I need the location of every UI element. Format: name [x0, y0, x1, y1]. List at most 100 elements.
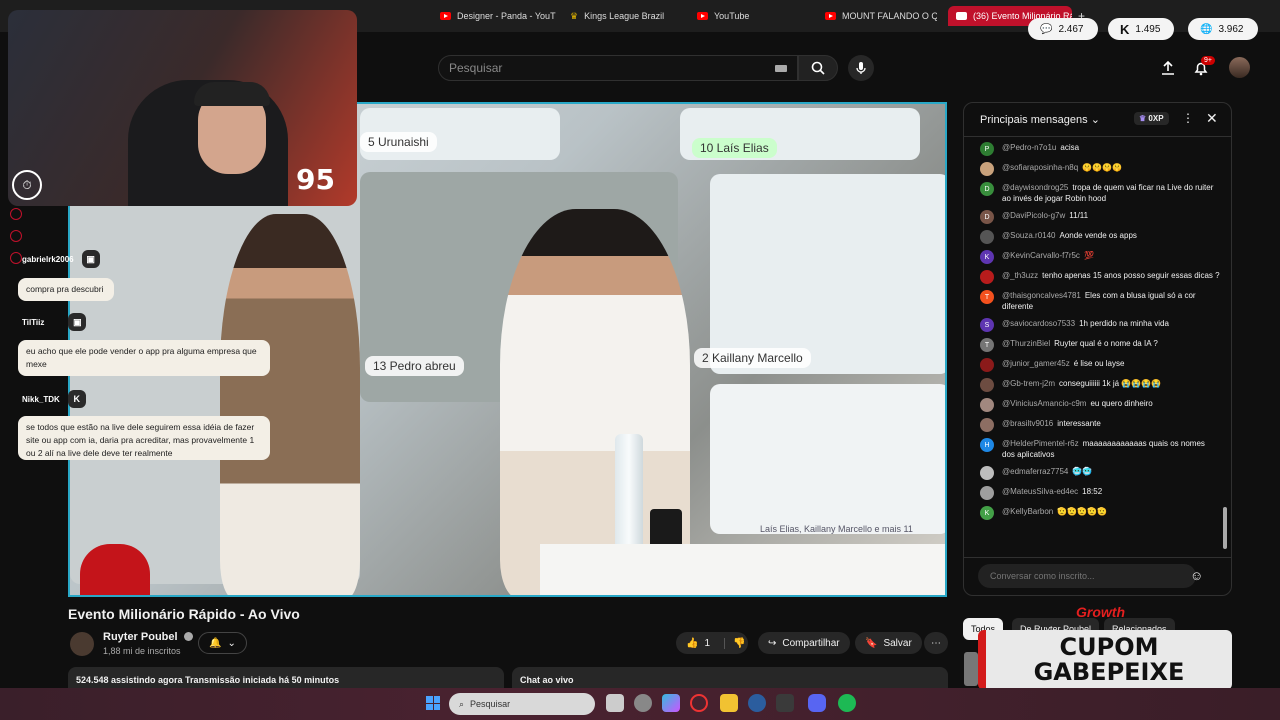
- taskbar-search[interactable]: ⌕ Pesquisar: [449, 693, 595, 715]
- chat-mode-dropdown[interactable]: Principais mensagens ⌄: [980, 113, 1100, 126]
- counter-pill-kick: K 1.495: [1108, 18, 1174, 40]
- voice-search-button[interactable]: [848, 55, 874, 81]
- channel-avatar[interactable]: [70, 632, 94, 656]
- overlay-chat-user: gabrielrk2006 ▣: [22, 250, 100, 268]
- steam-icon[interactable]: [748, 694, 766, 712]
- chat-message: P @Pedro-n7o1u acisa: [980, 139, 1220, 159]
- xp-badge: ♛ 0XP: [1134, 112, 1169, 125]
- recommended-thumbnail[interactable]: [964, 652, 978, 686]
- channel-name[interactable]: Ruyter Poubel: [103, 631, 193, 643]
- chat-scrollbar[interactable]: [1223, 507, 1227, 549]
- task-view-icon[interactable]: [606, 694, 624, 712]
- chat-author-avatar[interactable]: [980, 358, 994, 372]
- tab-mount[interactable]: MOUNT FALANDO O QUE: [825, 6, 937, 26]
- chat-author-name[interactable]: @MateusSilva-ed4ec: [1002, 487, 1078, 496]
- tab-youtube[interactable]: YouTube: [697, 6, 815, 26]
- chat-author-avatar[interactable]: [980, 486, 994, 500]
- user-avatar[interactable]: [1229, 57, 1250, 78]
- search-input[interactable]: Pesquisar: [438, 55, 798, 81]
- save-button[interactable]: 🔖 Salvar: [855, 632, 922, 654]
- chat-author-avatar[interactable]: [980, 230, 994, 244]
- overlay-chat-user: TilTiiz ▣: [22, 313, 87, 331]
- upload-button[interactable]: [1160, 60, 1176, 81]
- opera-icon[interactable]: [690, 694, 708, 712]
- copilot-icon[interactable]: [662, 694, 680, 712]
- close-icon[interactable]: ✕: [1206, 110, 1218, 127]
- chat-author-name[interactable]: @Gb-trem-j2m: [1002, 379, 1055, 388]
- chat-author-avatar[interactable]: K: [980, 250, 994, 264]
- chat-author-avatar[interactable]: [980, 162, 994, 176]
- chat-author-avatar[interactable]: [980, 378, 994, 392]
- tab-label: Designer - Panda - YouT: [457, 11, 556, 21]
- chat-author-name[interactable]: @ThurzinBiel: [1002, 339, 1050, 348]
- chat-message-text: 1h perdido na minha vida: [1079, 319, 1169, 328]
- share-button[interactable]: ↪ Compartilhar: [758, 632, 850, 654]
- chat-author-name[interactable]: @junior_gamer45z: [1002, 359, 1070, 368]
- search-button[interactable]: [798, 55, 838, 81]
- folder-icon[interactable]: [720, 694, 738, 712]
- chat-author-name[interactable]: @daywisondrog25: [1002, 183, 1068, 192]
- spotify-icon[interactable]: [838, 694, 856, 712]
- chat-author-name[interactable]: @saviocardoso7533: [1002, 319, 1075, 328]
- chat-input[interactable]: [978, 564, 1196, 588]
- windows-start-icon[interactable]: [426, 696, 440, 710]
- chat-author-name[interactable]: @DaviPicolo-g7w: [1002, 211, 1065, 220]
- score-badge: 95: [296, 163, 335, 196]
- chat-author-avatar[interactable]: [980, 418, 994, 432]
- more-vertical-icon[interactable]: ⋮: [1182, 111, 1194, 125]
- chat-author-name[interactable]: @KellyBarbon: [1002, 507, 1053, 516]
- chat-message: K @KevinCarvallo-f7r5c 💯: [980, 247, 1220, 267]
- chat-author-name[interactable]: @thaisgoncalves4781: [1002, 291, 1081, 300]
- chat-author-avatar[interactable]: H: [980, 438, 994, 452]
- chat-author-avatar[interactable]: [980, 466, 994, 480]
- chat-message: @ViniciusAmancio-c9m eu quero dinheiro: [980, 395, 1220, 415]
- chat-author-name[interactable]: @Souza.r0140: [1002, 231, 1056, 240]
- chat-message-body: @ViniciusAmancio-c9m eu quero dinheiro: [1002, 398, 1153, 412]
- like-button[interactable]: 👍 1: [686, 638, 710, 649]
- rail-settings-icon[interactable]: [10, 252, 22, 264]
- chat-author-name[interactable]: @brasiltv9016: [1002, 419, 1053, 428]
- chat-message-text: eu quero dinheiro: [1090, 399, 1153, 408]
- chat-message-body: @edmaferraz7754 🥶🥶: [1002, 466, 1092, 480]
- more-actions-button[interactable]: ⋯: [924, 632, 948, 654]
- tab-label: YouTube: [714, 11, 750, 21]
- chat-message-text: 11/11: [1069, 211, 1089, 220]
- app-icon[interactable]: [776, 694, 794, 712]
- rail-clock-icon[interactable]: [10, 230, 22, 242]
- subscribe-bell-button[interactable]: 🔔 ⌄: [198, 632, 247, 654]
- tab-label: Kings League Brazil: [584, 11, 665, 21]
- chat-author-name[interactable]: @_th3uzz: [1002, 271, 1038, 280]
- app-icon[interactable]: [634, 694, 652, 712]
- chat-author-name[interactable]: @Pedro-n7o1u: [1002, 143, 1056, 152]
- discord-icon[interactable]: [808, 694, 826, 712]
- tab-designer[interactable]: Designer - Panda - YouT: [440, 6, 558, 26]
- chat-author-name[interactable]: @HelderPimentel-r6z: [1002, 439, 1079, 448]
- chat-author-name[interactable]: @KevinCarvallo-f7r5c: [1002, 251, 1080, 260]
- chat-author-avatar[interactable]: D: [980, 210, 994, 224]
- chat-author-avatar[interactable]: T: [980, 338, 994, 352]
- chat-message-body: @Gb-trem-j2m conseguiiiiii 1k já 😭😭😭😭: [1002, 378, 1161, 392]
- notifications-button[interactable]: 9+: [1193, 56, 1215, 81]
- rail-play-icon[interactable]: [10, 208, 22, 220]
- chat-author-avatar[interactable]: [980, 270, 994, 284]
- chat-author-name[interactable]: @sofiaraposinha-n8q: [1002, 163, 1078, 172]
- chat-author-avatar[interactable]: K: [980, 506, 994, 520]
- chat-header: Principais mensagens ⌄ ♛ 0XP ⋮ ✕: [964, 103, 1231, 137]
- emoji-icon[interactable]: ☺: [1190, 568, 1203, 583]
- chat-author-avatar[interactable]: [980, 398, 994, 412]
- chat-message-text: interessante: [1057, 419, 1101, 428]
- keyboard-icon: [775, 64, 787, 72]
- chat-author-name[interactable]: @edmaferraz7754: [1002, 467, 1068, 476]
- kick-logo-icon: K: [67, 390, 86, 408]
- chat-author-name[interactable]: @ViniciusAmancio-c9m: [1002, 399, 1086, 408]
- chat-message-text: acisa: [1060, 143, 1080, 152]
- chat-author-avatar[interactable]: T: [980, 290, 994, 304]
- tab-kings-league[interactable]: ♛ Kings League Brazil: [570, 6, 688, 26]
- chat-author-avatar[interactable]: D: [980, 182, 994, 196]
- dislike-button[interactable]: 👎: [724, 637, 745, 649]
- chat-author-avatar[interactable]: S: [980, 318, 994, 332]
- chat-author-avatar[interactable]: P: [980, 142, 994, 156]
- chat-message-body: @daywisondrog25 tropa de quem vai ficar n…: [1002, 182, 1220, 204]
- chat-message-list: P @Pedro-n7o1u acisa @sofiaraposinha-n8q 🤫🤫🤫…: [980, 139, 1220, 523]
- chat-message-body: @KellyBarbon 🫡🫡🫡🫡🫡: [1002, 506, 1107, 520]
